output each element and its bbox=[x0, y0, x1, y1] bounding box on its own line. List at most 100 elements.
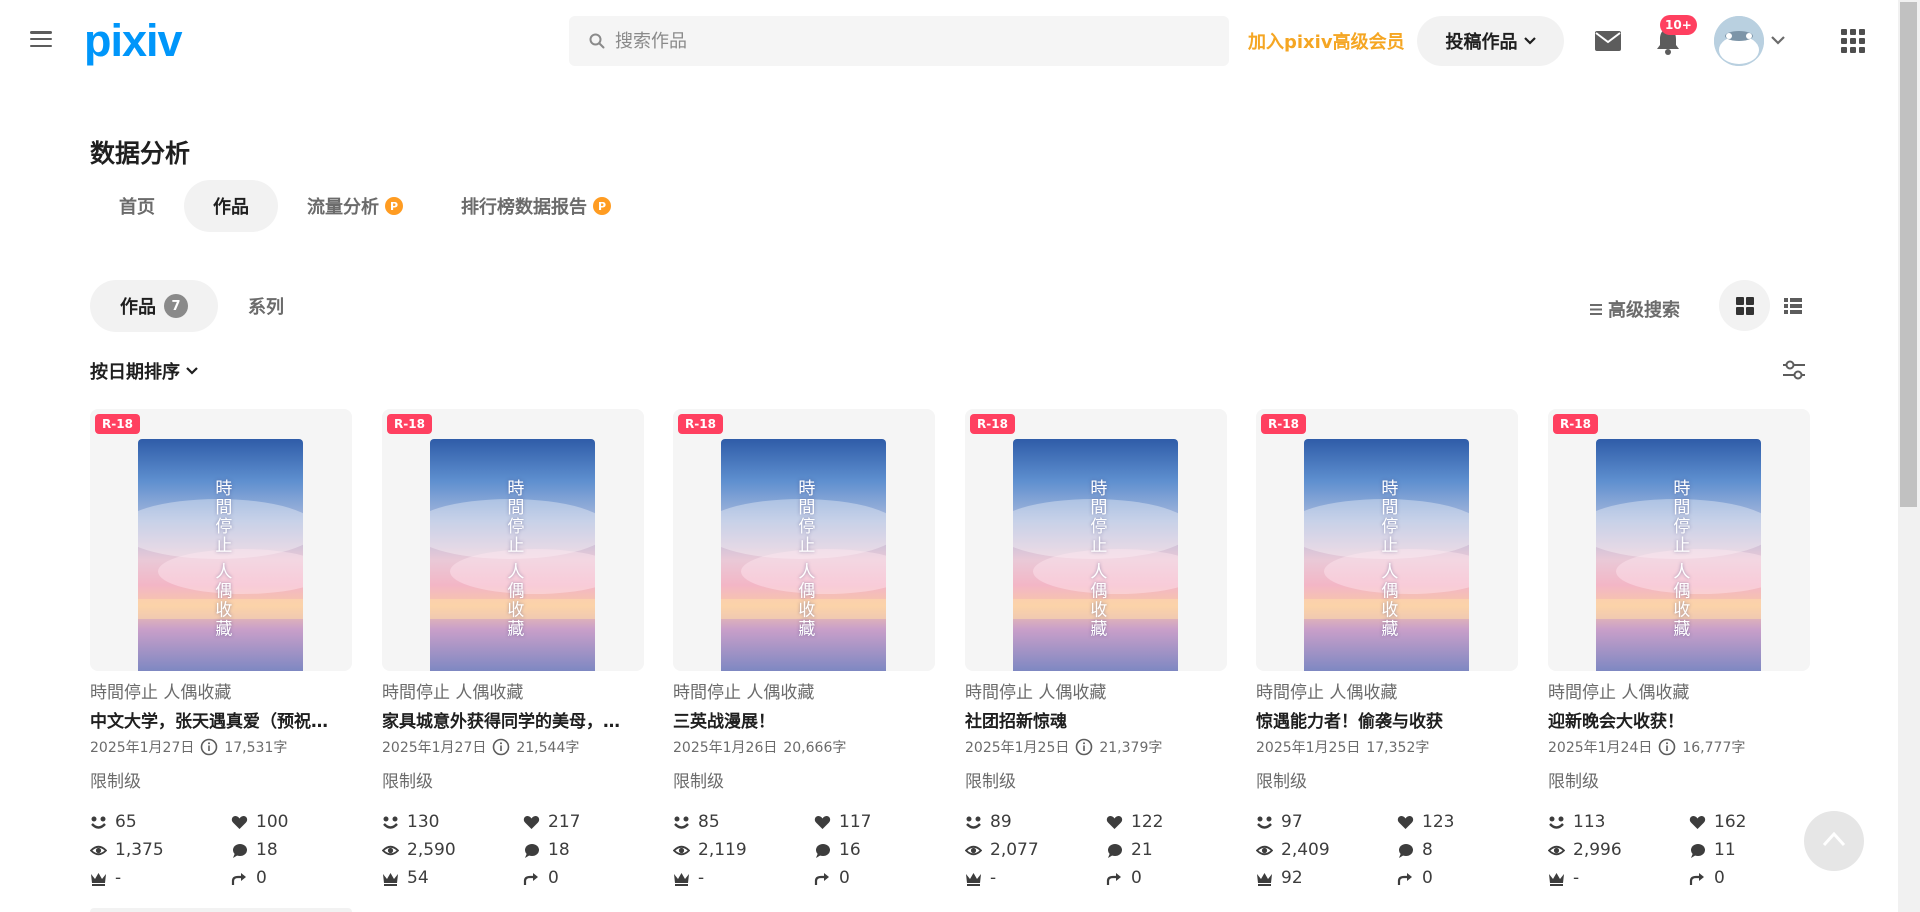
tab-ranking-label: 排行榜数据报告 bbox=[461, 197, 587, 218]
comment-icon bbox=[233, 843, 247, 858]
tab-traffic-analysis[interactable]: 流量分析 P bbox=[278, 180, 432, 232]
tab-ranking-report[interactable]: 排行榜数据报告 P bbox=[432, 180, 640, 232]
r18-badge: R-18 bbox=[1553, 414, 1598, 434]
stat-rank: - bbox=[1548, 866, 1689, 890]
advanced-search-button[interactable]: 高级搜索 bbox=[1590, 296, 1680, 322]
work-date: 2025年1月25日 bbox=[965, 740, 1070, 756]
likes-count: 123 bbox=[1422, 812, 1455, 832]
work-date: 2025年1月27日 bbox=[382, 740, 487, 756]
info-icon[interactable] bbox=[492, 738, 510, 756]
subtab-series[interactable]: 系列 bbox=[218, 280, 314, 332]
work-title[interactable]: 三英战漫展！ bbox=[673, 707, 935, 732]
work-title[interactable]: 惊遇能力者！偷袭与收获 bbox=[1256, 707, 1518, 732]
cover-title: 時間停止 人偶收藏 bbox=[1377, 479, 1398, 639]
crown-icon bbox=[1549, 872, 1564, 886]
rank-value: 92 bbox=[1281, 868, 1303, 888]
r18-badge: R-18 bbox=[970, 414, 1015, 434]
stat-followers: 97 bbox=[1256, 810, 1397, 834]
scrollbar-thumb[interactable] bbox=[1900, 2, 1917, 507]
list-view-icon[interactable] bbox=[1782, 295, 1804, 317]
comment-icon bbox=[816, 843, 830, 858]
rating-label: 限制级 bbox=[965, 772, 1016, 792]
work-stats: 130 217 2,590 18 54 0 bbox=[382, 810, 644, 890]
stat-likes: 100 bbox=[231, 810, 352, 834]
work-thumbnail[interactable]: 時間停止 人偶收藏 R-18 bbox=[673, 409, 935, 671]
work-title[interactable]: 家具城意外获得同学的美母，… bbox=[382, 707, 644, 732]
tab-works[interactable]: 作品 bbox=[184, 180, 278, 232]
tab-works-label: 作品 bbox=[213, 197, 249, 218]
pixiv-logo[interactable]: pixiv bbox=[84, 13, 183, 69]
followers-count: 85 bbox=[698, 812, 720, 832]
work-thumbnail[interactable]: 時間停止 人偶收藏 R-18 bbox=[965, 409, 1227, 671]
work-thumbnail[interactable]: 時間停止 人偶收藏 R-18 bbox=[1548, 409, 1810, 671]
stat-views: 1,375 bbox=[90, 838, 231, 862]
info-icon[interactable] bbox=[1658, 738, 1676, 756]
heart-icon bbox=[231, 815, 248, 829]
grid-view-button[interactable] bbox=[1719, 280, 1770, 331]
filter-icon[interactable] bbox=[1781, 358, 1807, 382]
stat-likes: 117 bbox=[814, 810, 935, 834]
r18-badge: R-18 bbox=[1261, 414, 1306, 434]
sort-dropdown[interactable]: 按日期排序 bbox=[90, 358, 198, 384]
apps-icon[interactable] bbox=[1841, 29, 1865, 53]
work-date: 2025年1月26日 bbox=[673, 740, 778, 756]
back-to-top-button[interactable] bbox=[1804, 811, 1864, 871]
stat-followers: 130 bbox=[382, 810, 523, 834]
work-stats: 89 122 2,077 21 - 0 bbox=[965, 810, 1227, 890]
shares-count: 0 bbox=[1714, 868, 1725, 888]
work-stats: 65 100 1,375 18 - 0 bbox=[90, 810, 352, 890]
crown-icon bbox=[91, 872, 106, 886]
avatar[interactable] bbox=[1714, 16, 1764, 66]
heart-icon bbox=[1689, 815, 1706, 829]
series-name[interactable]: 時間停止 人偶收藏 bbox=[673, 678, 935, 703]
work-thumbnail[interactable]: 時間停止 人偶收藏 R-18 bbox=[382, 409, 644, 671]
search-input[interactable] bbox=[615, 30, 1215, 52]
rating-label: 限制级 bbox=[382, 772, 433, 792]
char-count: 17,531字 bbox=[224, 740, 288, 756]
stat-rank: - bbox=[965, 866, 1106, 890]
stat-likes: 162 bbox=[1689, 810, 1810, 834]
eye-icon bbox=[1548, 845, 1565, 855]
series-name[interactable]: 時間停止 人偶收藏 bbox=[90, 678, 352, 703]
cover-image: 時間停止 人偶收藏 bbox=[721, 439, 886, 671]
post-work-label: 投稿作品 bbox=[1445, 32, 1518, 53]
work-title[interactable]: 社团招新惊魂 bbox=[965, 707, 1227, 732]
work-card: 時間停止 人偶收藏 R-18 時間停止 人偶收藏 迎新晚会大收获！ 2025年1… bbox=[1548, 409, 1810, 890]
rating-label: 限制级 bbox=[90, 772, 141, 792]
shares-count: 0 bbox=[548, 868, 559, 888]
next-row-card-edge bbox=[90, 908, 352, 912]
chevron-down-icon[interactable] bbox=[1770, 34, 1786, 46]
cover-image: 時間停止 人偶收藏 bbox=[1013, 439, 1178, 671]
top-header: pixiv 加入pixiv高级会员 投稿作品 10+ bbox=[0, 0, 1898, 82]
shares-count: 0 bbox=[839, 868, 850, 888]
tab-home[interactable]: 首页 bbox=[90, 180, 184, 232]
premium-link[interactable]: 加入pixiv高级会员 bbox=[1248, 28, 1405, 54]
eye-icon bbox=[965, 845, 982, 855]
series-name[interactable]: 時間停止 人偶收藏 bbox=[1256, 678, 1518, 703]
share-icon bbox=[1106, 872, 1121, 885]
work-thumbnail[interactable]: 時間停止 人偶收藏 R-18 bbox=[90, 409, 352, 671]
work-title[interactable]: 迎新晚会大收获！ bbox=[1548, 707, 1810, 732]
comments-count: 21 bbox=[1131, 840, 1153, 860]
subtab-works[interactable]: 作品 7 bbox=[90, 280, 218, 332]
info-icon[interactable] bbox=[200, 738, 218, 756]
work-title[interactable]: 中文大学，张天遇真爱（预祝… bbox=[90, 707, 352, 732]
share-icon bbox=[231, 872, 246, 885]
heart-icon bbox=[1397, 815, 1414, 829]
hamburger-menu-icon[interactable] bbox=[30, 28, 52, 50]
work-thumbnail[interactable]: 時間停止 人偶收藏 R-18 bbox=[1256, 409, 1518, 671]
work-card: 時間停止 人偶收藏 R-18 時間停止 人偶收藏 家具城意外获得同学的美母，… … bbox=[382, 409, 644, 890]
info-icon[interactable] bbox=[1075, 738, 1093, 756]
mail-icon[interactable] bbox=[1595, 30, 1621, 52]
search-bar[interactable] bbox=[569, 16, 1229, 66]
share-icon bbox=[1397, 872, 1412, 885]
stat-followers: 85 bbox=[673, 810, 814, 834]
series-name[interactable]: 時間停止 人偶收藏 bbox=[382, 678, 644, 703]
post-work-button[interactable]: 投稿作品 bbox=[1417, 16, 1564, 66]
r18-badge: R-18 bbox=[387, 414, 432, 434]
series-name[interactable]: 時間停止 人偶收藏 bbox=[1548, 678, 1810, 703]
cover-title: 時間停止 人偶收藏 bbox=[1086, 479, 1107, 639]
series-name[interactable]: 時間停止 人偶收藏 bbox=[965, 678, 1227, 703]
work-date: 2025年1月24日 bbox=[1548, 740, 1653, 756]
cover-title: 時間停止 人偶收藏 bbox=[1669, 479, 1690, 639]
